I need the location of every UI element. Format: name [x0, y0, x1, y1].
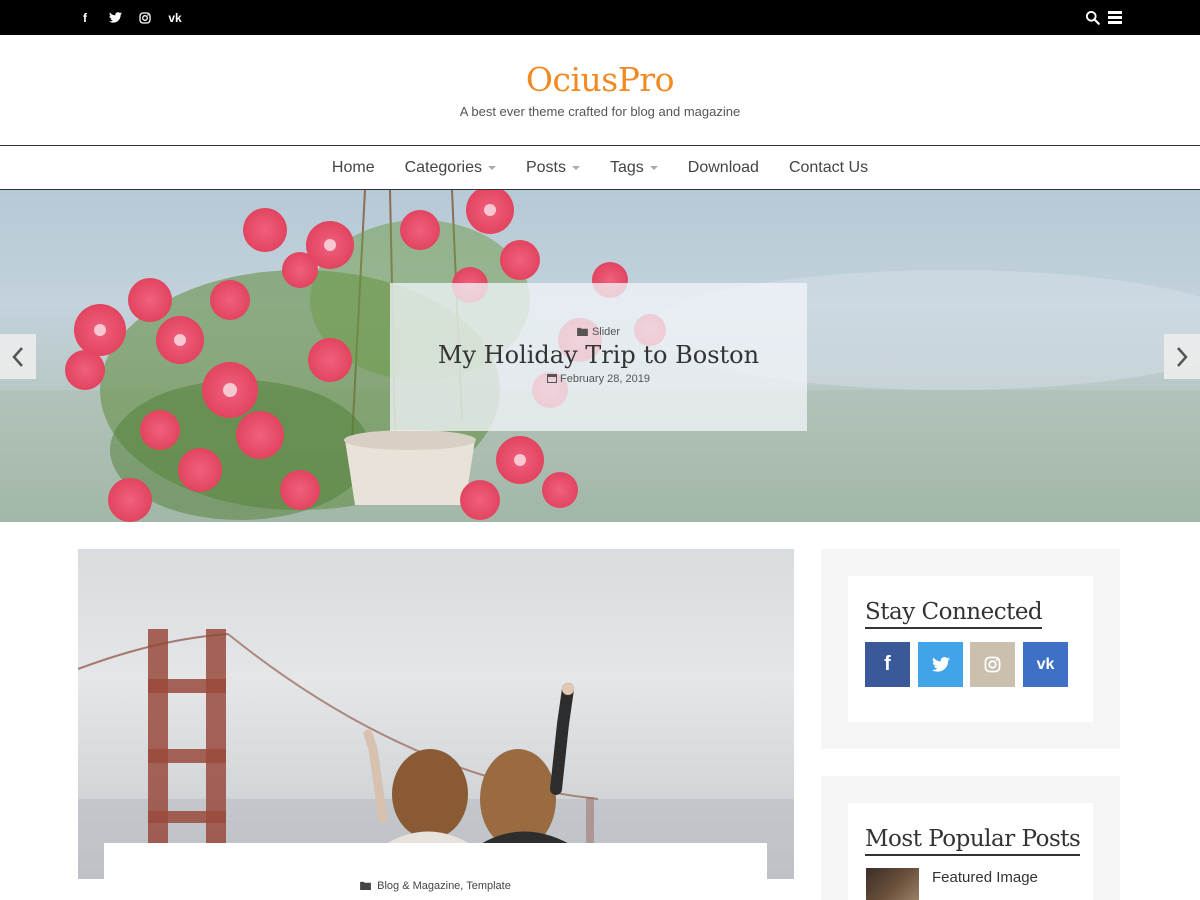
- nav-item-download[interactable]: Download: [688, 159, 759, 177]
- folder-icon: [360, 881, 372, 890]
- stay-connected-title: Stay Connected: [865, 599, 1043, 629]
- hero-slider: Slider My Holiday Trip to Boston Februar…: [0, 190, 1200, 522]
- slider-category[interactable]: Slider: [390, 326, 807, 338]
- nav-item-tags[interactable]: Tags: [610, 159, 658, 177]
- slider-date-label: February 28, 2019: [560, 373, 650, 385]
- chevron-left-icon: [12, 346, 23, 367]
- slider-post-date: February 28, 2019: [390, 373, 807, 385]
- top-bar: f vk: [0, 0, 1200, 35]
- post-categories[interactable]: Blog & Magazine, Template: [104, 880, 767, 892]
- instagram-button[interactable]: [970, 642, 1015, 687]
- vk-button[interactable]: vk: [1023, 642, 1068, 687]
- nav-item-categories[interactable]: Categories: [405, 159, 496, 177]
- facebook-icon[interactable]: f: [78, 11, 92, 25]
- site-tagline: A best ever theme crafted for blog and m…: [459, 104, 741, 119]
- slider-caption: Slider My Holiday Trip to Boston Februar…: [390, 283, 807, 431]
- slider-prev-button[interactable]: [0, 334, 36, 379]
- twitter-button[interactable]: [918, 642, 963, 687]
- facebook-icon: f: [884, 653, 891, 675]
- instagram-icon[interactable]: [138, 11, 152, 24]
- nav-item-label: Download: [687, 158, 759, 176]
- instagram-icon: [984, 656, 1001, 673]
- nav-item-label: Tags: [609, 158, 644, 176]
- caret-down-icon: [649, 165, 658, 170]
- nav-item-label: Home: [331, 158, 375, 176]
- caret-down-icon: [571, 165, 580, 170]
- twitter-icon[interactable]: [108, 12, 122, 23]
- site-title[interactable]: OciusPro: [0, 60, 1200, 99]
- caret-down-icon: [487, 165, 496, 170]
- nav-item-label: Contact Us: [788, 158, 869, 176]
- slider-next-button[interactable]: [1164, 334, 1200, 379]
- popular-posts-title: Most Popular Posts: [865, 826, 1081, 856]
- post-card: Blog & Magazine, Template: [104, 843, 767, 900]
- nav-item-posts[interactable]: Posts: [526, 159, 580, 177]
- twitter-icon: [931, 657, 950, 672]
- post-categories-label: Blog & Magazine, Template: [377, 880, 511, 892]
- vk-icon: vk: [1036, 655, 1055, 673]
- nav-item-home[interactable]: Home: [332, 159, 375, 177]
- nav-item-contact-us[interactable]: Contact Us: [789, 159, 868, 177]
- facebook-button[interactable]: f: [865, 642, 910, 687]
- bridge-photo: [78, 629, 794, 879]
- search-icon[interactable]: [1085, 10, 1100, 25]
- nav-item-label: Categories: [404, 158, 482, 176]
- chevron-right-icon: [1177, 346, 1188, 367]
- popular-post-title[interactable]: Featured Image: [932, 869, 1038, 886]
- folder-icon: [577, 327, 588, 336]
- main-navigation: Home Categories Posts Tags Download Cont…: [0, 145, 1200, 190]
- slider-post-title[interactable]: My Holiday Trip to Boston: [390, 341, 807, 369]
- nav-item-label: Posts: [525, 158, 566, 176]
- topbar-social-links: f vk: [78, 0, 198, 35]
- slider-category-label: Slider: [591, 326, 621, 338]
- topbar-actions: [1077, 0, 1122, 35]
- post-featured-image[interactable]: [78, 549, 794, 879]
- popular-post-thumbnail[interactable]: [866, 868, 919, 900]
- vk-icon[interactable]: vk: [168, 11, 182, 25]
- calendar-icon: [547, 374, 558, 383]
- menu-icon[interactable]: [1108, 11, 1122, 24]
